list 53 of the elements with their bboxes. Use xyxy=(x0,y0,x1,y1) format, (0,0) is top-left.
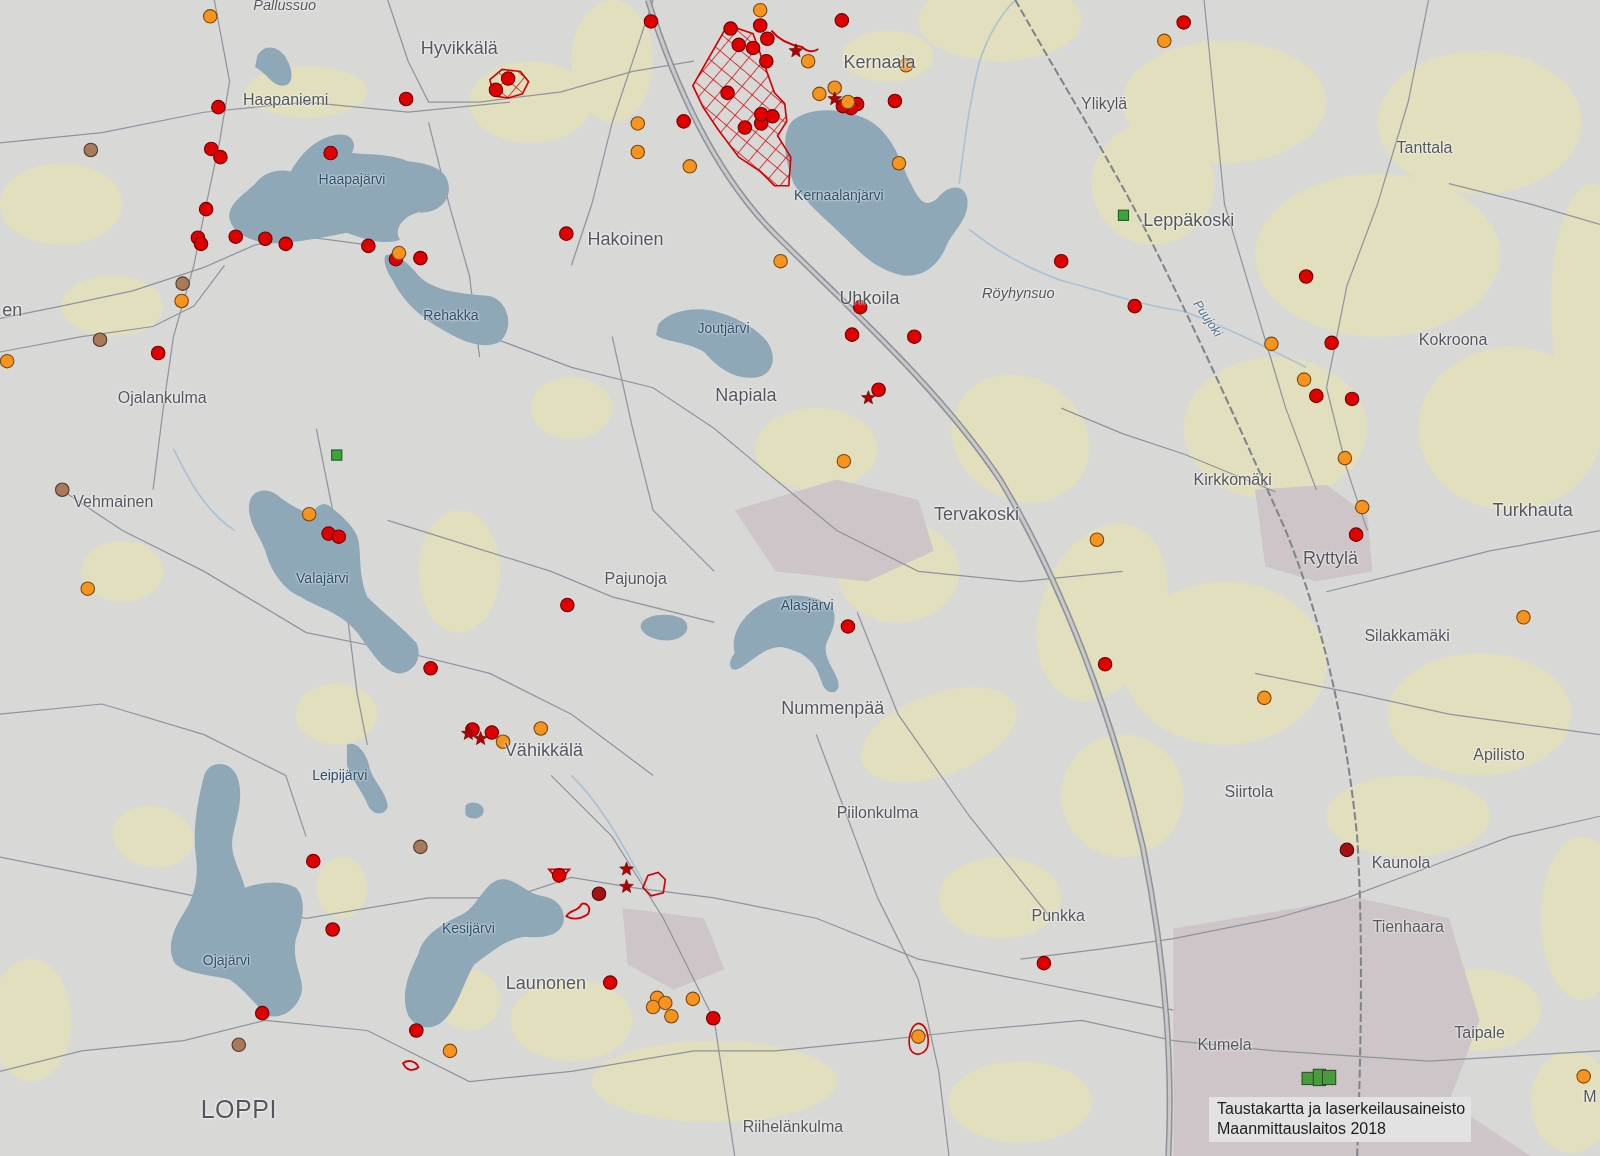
lake-name: Rehakka xyxy=(423,308,479,324)
place-name: Kaunola xyxy=(1371,854,1431,873)
place-name: Piilonkulma xyxy=(836,804,919,823)
lake xyxy=(465,802,484,819)
place-name: Silakkamäki xyxy=(1364,626,1450,645)
place-name: Kirkkomäki xyxy=(1193,470,1272,489)
place-name: Punkka xyxy=(1031,907,1085,926)
area-outline xyxy=(641,871,667,897)
place-name: Kokroona xyxy=(1418,331,1488,349)
place-name: M xyxy=(1583,1088,1597,1106)
place-name: Siirtola xyxy=(1224,783,1274,801)
place-name: Pajunoja xyxy=(604,569,667,588)
municipality-name: LOPPI xyxy=(200,1096,277,1124)
place-name: Launonen xyxy=(505,973,586,994)
place-name: Haapaniemi xyxy=(243,91,329,109)
place-name: Taipale xyxy=(1454,1023,1505,1042)
lake-name: Kesijärvi xyxy=(441,920,495,937)
place-name: Kumela xyxy=(1197,1036,1252,1054)
place-name: Uhkoila xyxy=(839,289,900,309)
place-name: en xyxy=(2,301,23,322)
lake-name: Ojajärvi xyxy=(202,953,251,969)
lake xyxy=(640,614,688,641)
place-name: Ylikylä xyxy=(1081,95,1128,113)
lake xyxy=(255,47,292,86)
place-name: Napiala xyxy=(715,386,777,406)
place-name: Vähikkälä xyxy=(504,741,583,761)
area-outline xyxy=(908,1022,929,1055)
lake-name: Joutjärvi xyxy=(697,320,750,337)
place-name: Ojalankulma xyxy=(117,389,207,407)
place-name: Apilisto xyxy=(1473,746,1525,764)
lake-name: Alasjärvi xyxy=(780,598,834,614)
place-name: Nummenpää xyxy=(781,699,885,720)
place-name: Leppäkoski xyxy=(1143,211,1235,232)
place-name: Turkhauta xyxy=(1492,501,1573,522)
place-name: Tanttala xyxy=(1396,139,1453,157)
place-name: Vehmainen xyxy=(73,493,154,511)
area-outline xyxy=(565,902,591,920)
place-name: Ryttylä xyxy=(1303,549,1359,570)
place-name: Riihelänkulma xyxy=(742,1117,844,1136)
lake-name: Leipijärvi xyxy=(312,767,368,784)
lake-name: Haapajärvi xyxy=(318,171,386,188)
attribution-text: Taustakartta ja laserkeilausaineisto xyxy=(1217,1099,1466,1119)
field-area xyxy=(316,857,368,919)
place-name: Tienhaara xyxy=(1372,917,1444,936)
lake-name: Valajärvi xyxy=(296,570,349,587)
place-name: Hyvikkälä xyxy=(420,39,498,59)
place-name: Hakoinen xyxy=(587,229,664,250)
place-name: Tervakoski xyxy=(934,505,1019,526)
swamp-name: Pallussuo xyxy=(253,0,317,15)
attribution-text: Maanmittauslaitos 2018 xyxy=(1217,1119,1387,1139)
area-outline xyxy=(770,29,819,53)
area-outline xyxy=(402,1060,420,1071)
swamp-name: Röyhynsuo xyxy=(982,285,1055,302)
